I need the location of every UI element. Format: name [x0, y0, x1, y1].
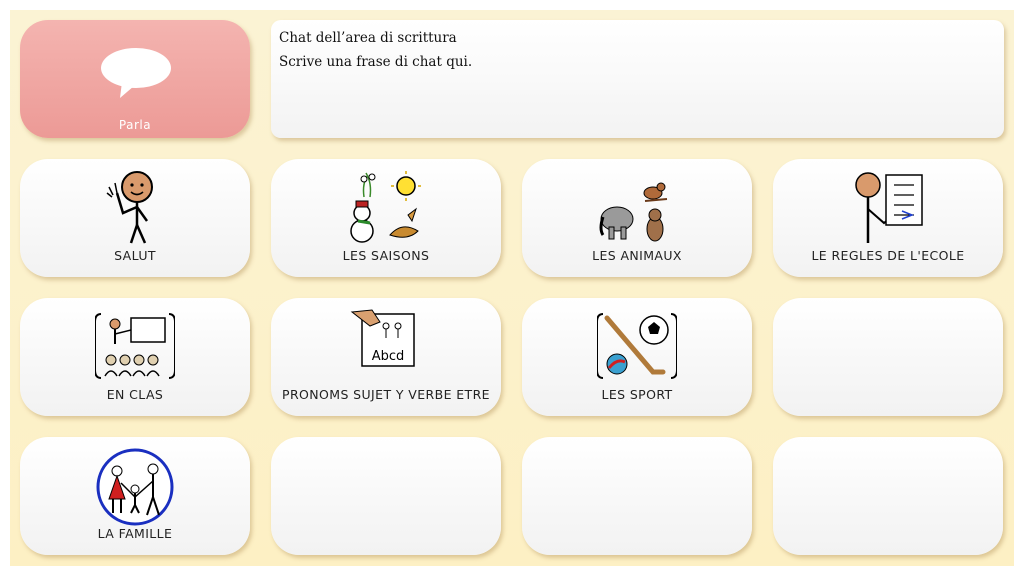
pronouns-icon: Abcd	[350, 309, 415, 367]
tile-les-animaux[interactable]: LES ANIMAUX	[522, 159, 752, 277]
speech-bubble-icon	[101, 48, 171, 98]
school-rules-icon	[855, 172, 923, 243]
tile-empty[interactable]	[522, 437, 752, 555]
chat-title: Chat dell’area di scrittura	[279, 30, 457, 46]
tile-label: LES SAISONS	[342, 248, 430, 263]
classroom-icon	[95, 313, 175, 379]
tile-label: LES SPORT	[601, 387, 673, 402]
animals-icon	[599, 182, 668, 242]
tile-label: EN CLAS	[106, 387, 164, 402]
speak-label: Parla	[118, 118, 152, 132]
tile-empty[interactable]	[271, 437, 501, 555]
tile-label: LES ANIMAUX	[592, 248, 682, 263]
tile-empty[interactable]	[773, 298, 1003, 416]
chat-placeholder-text: Scrive una frase di chat qui.	[279, 54, 473, 70]
speak-button[interactable]: Parla	[20, 20, 250, 138]
waving-person-icon	[106, 171, 153, 244]
tile-label: SALUT	[114, 248, 156, 263]
tile-empty[interactable]	[773, 437, 1003, 555]
tile-le-regles-de-l-ecole[interactable]: LE REGLES DE L'ECOLE	[773, 159, 1003, 277]
tile-les-sport[interactable]: LES SPORT	[522, 298, 752, 416]
tile-label: LE REGLES DE L'ECOLE	[811, 248, 965, 263]
tile-salut[interactable]: SALUT	[20, 159, 250, 277]
seasons-icon	[350, 171, 421, 243]
svg-text:Abcd: Abcd	[372, 349, 405, 364]
sports-icon	[597, 313, 677, 379]
tile-les-saisons[interactable]: LES SAISONS	[271, 159, 501, 277]
tile-pronoms-sujet-y-verbe-etre[interactable]: Abcd PRONOMS SUJET Y VERBE ETRE	[271, 298, 501, 416]
family-icon	[96, 448, 174, 526]
tile-label: PRONOMS SUJET Y VERBE ETRE	[282, 387, 490, 402]
tile-en-clas[interactable]: EN CLAS	[20, 298, 250, 416]
tile-label: LA FAMILLE	[97, 526, 173, 541]
chat-writing-area[interactable]: Chat dell’area di scrittura Scrive una f…	[271, 20, 1004, 138]
tile-la-famille[interactable]: LA FAMILLE	[20, 437, 250, 555]
